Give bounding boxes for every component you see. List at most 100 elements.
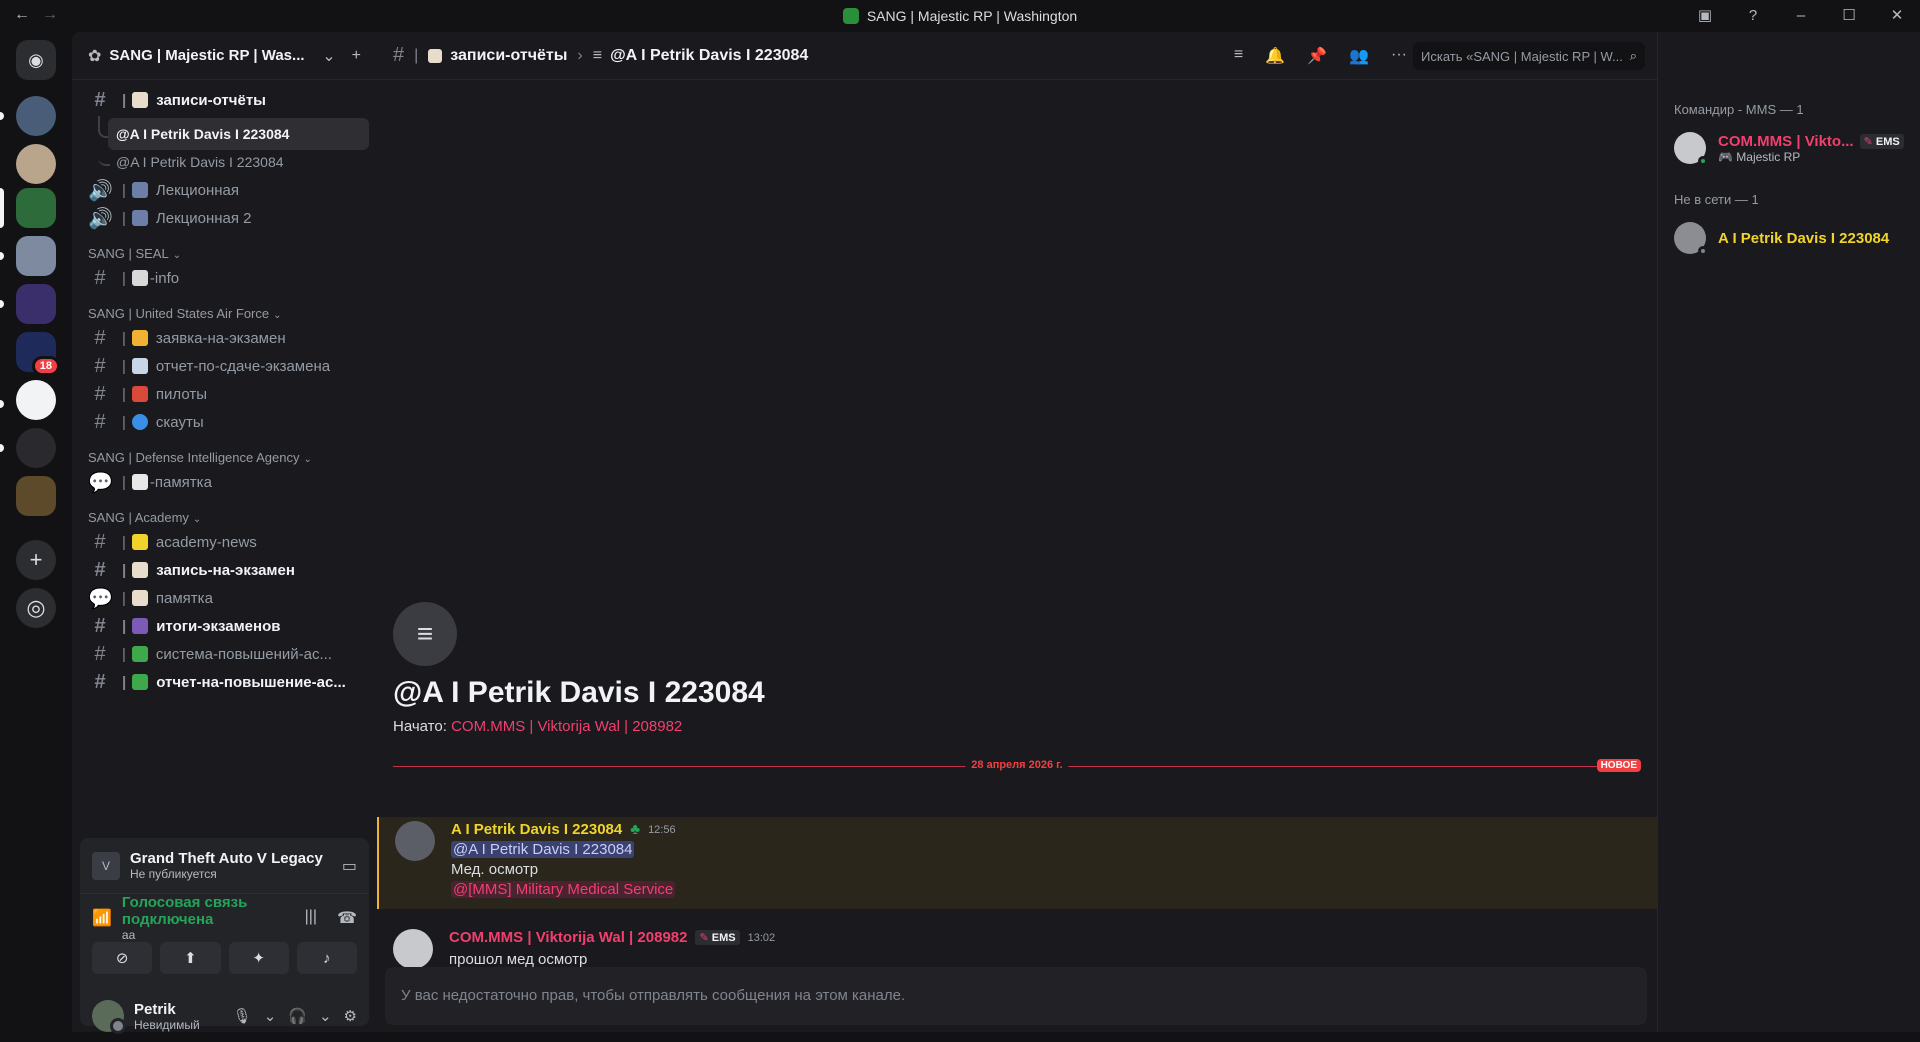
role-mention[interactable]: @[MMS] Military Medical Service <box>451 881 676 898</box>
minimize-icon[interactable]: – <box>1792 7 1810 24</box>
close-icon[interactable]: ✕ <box>1888 6 1906 24</box>
server-icon-2[interactable] <box>16 144 56 184</box>
memo-icon <box>428 48 443 63</box>
camera-off-icon[interactable]: ⊘ <box>92 942 153 974</box>
thread-start: ≡ @A I Petrik Davis I 223084 Начато: COM… <box>393 602 765 735</box>
thread-icon: ≡ <box>393 602 457 666</box>
channel-sidebar: ✿ SANG | Majestic RP | Was... ⌄ + # | запи… <box>72 32 377 1034</box>
channel-pamyatka-dia[interactable]: 💬 | -памятка <box>80 466 369 498</box>
help-icon[interactable]: ? <box>1744 7 1762 24</box>
server-icon-8[interactable] <box>16 476 56 516</box>
channel-zapisi-otchety[interactable]: # | записи-отчёты <box>80 84 369 116</box>
server-icon-active[interactable] <box>16 188 56 228</box>
category-seal[interactable]: SANG | SEAL ⌄ <box>88 246 181 261</box>
ticket-icon <box>131 330 148 346</box>
server-icon-5[interactable]: 18 <box>16 332 60 376</box>
headphones-icon[interactable]: 🎧 <box>288 1007 307 1025</box>
book-green-icon <box>131 646 148 662</box>
gear-icon[interactable]: ⚙ <box>344 1007 357 1025</box>
feather-icon: ✎ <box>699 932 709 944</box>
timestamp: 12:56 <box>648 823 676 836</box>
member-name: COM.MMS | Vikto... <box>1718 132 1854 150</box>
offline-status-icon <box>1698 246 1708 256</box>
unread-pill <box>0 444 4 452</box>
bell-icon[interactable]: 🔔 <box>1265 46 1285 66</box>
inbox-icon[interactable]: ▣ <box>1696 6 1714 24</box>
user-mention[interactable]: @A I Petrik Davis I 223084 <box>451 841 635 858</box>
pin-icon[interactable]: 📌 <box>1307 46 1327 66</box>
gta-icon: V <box>92 851 120 880</box>
hash-icon: # <box>94 88 106 111</box>
server-header[interactable]: ✿ SANG | Majestic RP | Was... ⌄ + <box>72 32 377 80</box>
category-usaf[interactable]: SANG | United States Air Force ⌄ <box>88 306 282 321</box>
avatar[interactable] <box>395 821 435 861</box>
member-name-row: COM.MMS | Vikto... ✎ EMS <box>1718 133 1904 150</box>
member-activity: 🎮 Majestic RP <box>1718 149 1801 164</box>
game-sub: Не публикуется <box>130 867 217 881</box>
stream-game-icon[interactable]: ▭ <box>342 856 357 876</box>
screenshare-icon[interactable]: ⬆ <box>160 942 221 974</box>
member-item[interactable]: A I Petrik Davis I 223084 <box>1658 214 1920 262</box>
selected-pill <box>0 188 4 228</box>
avatar[interactable] <box>92 1000 126 1034</box>
voice-connected-label[interactable]: Голосовая связь подключена <box>122 894 305 928</box>
avatar[interactable] <box>393 929 433 969</box>
home-button[interactable]: ◉ <box>16 40 56 80</box>
server-icon <box>842 8 859 24</box>
channel-info[interactable]: # | -info <box>80 262 369 294</box>
breadcrumb-channel[interactable]: записи-отчёты <box>450 47 567 65</box>
chart-icon <box>131 358 148 374</box>
message-line: @A I Petrik Davis I 223084 <box>451 841 635 858</box>
breadcrumb: # | записи-отчёты › ≡ @A I Petrik Davis … <box>393 44 809 66</box>
threads-icon[interactable]: ≡ <box>1234 46 1243 66</box>
feather-icon: ✎ <box>1863 135 1873 148</box>
book-green-icon <box>132 674 149 690</box>
more-icon[interactable]: ··· <box>1391 46 1407 66</box>
noise-suppression-icon[interactable]: ||| <box>305 908 317 928</box>
channel-skauty[interactable]: # | скауты <box>80 406 369 438</box>
chevron-down-icon[interactable]: ⌄ <box>264 1007 277 1025</box>
server-icon-4[interactable] <box>16 284 56 324</box>
message-composer: У вас недостаточно прав, чтобы отправлят… <box>385 967 1647 1025</box>
discover-icon[interactable]: ◎ <box>16 588 56 628</box>
chevron-down-icon: ⌄ <box>273 310 282 321</box>
invite-icon[interactable]: + <box>352 47 361 65</box>
forum-icon: 💬 <box>88 471 113 494</box>
maximize-icon[interactable]: ☐ <box>1840 6 1858 24</box>
divider-date: 28 апреля 2026 г. <box>965 759 1069 771</box>
server-icon-6[interactable] <box>16 380 56 420</box>
memo-icon <box>132 562 149 578</box>
members-icon[interactable]: 👥 <box>1349 46 1369 66</box>
username: Petrik <box>134 1000 176 1018</box>
search-input[interactable]: Искать «SANG | Majestic RP | W... ⌕ <box>1413 42 1645 70</box>
beginner-icon <box>131 534 148 550</box>
hash-icon: # <box>94 354 106 377</box>
chevron-down-icon[interactable]: ⌄ <box>319 1007 332 1025</box>
main-content: # | записи-отчёты › ≡ @A I Petrik Davis … <box>377 32 1657 1032</box>
server-icon-7[interactable] <box>16 428 56 468</box>
activities-icon[interactable]: ✦ <box>228 942 289 974</box>
server-icon-1[interactable] <box>16 96 56 136</box>
disconnect-icon[interactable]: ☎ <box>337 908 357 928</box>
server-icon-3[interactable] <box>16 236 56 276</box>
add-server-icon[interactable]: + <box>16 540 56 580</box>
message-item: A I Petrik Davis I 223084 ♣ 12:56 @A I P… <box>377 817 1657 909</box>
voice-status: 📶 Голосовая связь подключена aa ||| ☎ <box>80 894 369 942</box>
soundboard-icon[interactable]: ♪ <box>296 942 357 974</box>
newspaper-icon <box>131 270 148 286</box>
category-academy[interactable]: SANG | Academy ⌄ <box>88 510 201 525</box>
voice-channel-lekcionnaya-2[interactable]: 🔊 | Лекционная 2 <box>80 202 369 234</box>
signal-icon: 📶 <box>92 910 112 927</box>
thread-title: @A I Petrik Davis I 223084 <box>393 676 765 709</box>
category-dia[interactable]: SANG | Defense Intelligence Agency ⌄ <box>88 450 312 465</box>
timestamp: 13:02 <box>747 931 776 944</box>
author-name[interactable]: COM.MMS | Viktorija Wal | 208982 <box>449 929 687 946</box>
hash-icon: # <box>393 44 405 66</box>
chevron-down-icon: ⌄ <box>303 454 312 465</box>
voice-channel-name: aa <box>121 928 136 942</box>
globe-icon <box>131 414 148 430</box>
microphone-icon[interactable]: 🎙 <box>233 1007 252 1025</box>
channel-otchet-na-povyshenie[interactable]: # | отчет-на-повышение-ас... <box>80 666 369 698</box>
author-name[interactable]: A I Petrik Davis I 223084 <box>451 821 622 838</box>
member-item[interactable]: COM.MMS | Vikto... ✎ EMS 🎮 Majestic RP <box>1658 124 1920 172</box>
